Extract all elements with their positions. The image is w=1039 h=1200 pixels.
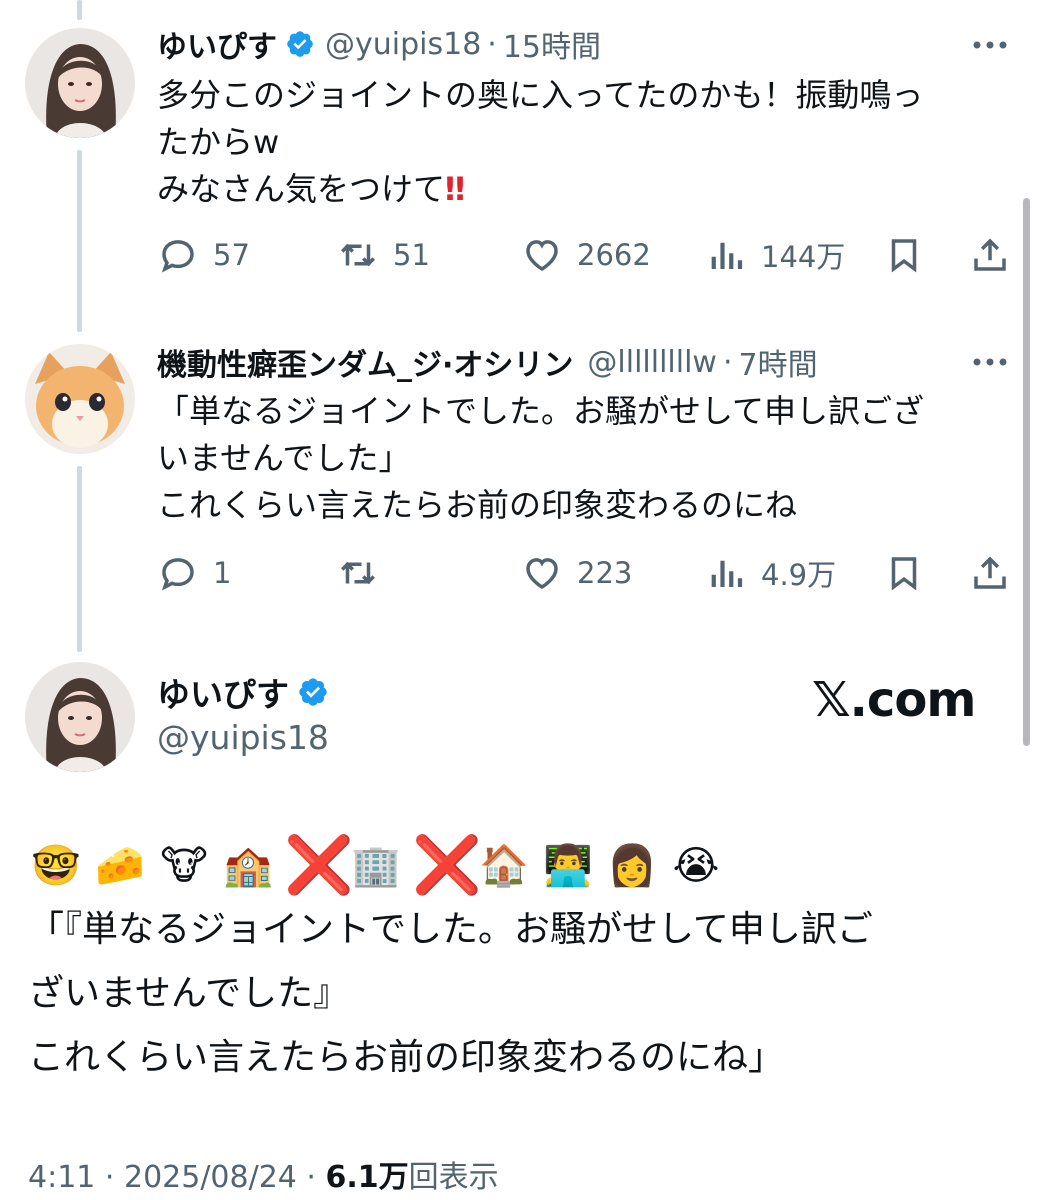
like-icon [526, 558, 558, 590]
reply-icon [161, 558, 194, 591]
repost-button[interactable]: 51 [337, 230, 430, 280]
scrollbar[interactable] [1023, 198, 1030, 746]
view-label: 回表示 [408, 1160, 499, 1195]
house-icon: 🏠 [479, 843, 529, 889]
tweet1-handle[interactable]: @yuipis18 [325, 27, 481, 62]
main-handle[interactable]: @yuipis18 [157, 718, 329, 757]
tweet2-time[interactable]: 7時間 [739, 340, 818, 384]
cross-mark-icon: ❌ [412, 833, 482, 898]
tweet1-line: たからw [157, 123, 280, 161]
like-icon [526, 240, 558, 272]
tweet1-line: みなさん気をつけて‼ [157, 170, 465, 208]
verified-badge-icon [299, 678, 327, 706]
tweet2-line: これくらい言えたらお前の印象変わるのにね [157, 486, 798, 524]
tweet2-author-name[interactable]: 機動性癖歪ンダム_ジ·オシリン [157, 340, 573, 384]
views-button[interactable]: 144万 [705, 230, 845, 280]
tweet1-text: 多分このジョイントの奥に入ってたのかも！振動鳴っ たからw みなさん気をつけて‼ [157, 72, 1007, 213]
views-icon [711, 560, 743, 587]
reply-count: 57 [213, 238, 250, 272]
reply-button[interactable]: 57 [157, 230, 250, 280]
bookmark-button[interactable] [883, 548, 925, 598]
cow-face-icon: 🐮 [160, 843, 208, 889]
repost-button[interactable] [337, 548, 393, 598]
verified-badge-icon [287, 31, 313, 57]
tweet2-header: 機動性癖歪ンダム_ジ·オシリン @lllllllllw · 7時間 [157, 340, 818, 384]
thread-line-2 [77, 466, 82, 652]
more-icon[interactable] [970, 355, 1010, 369]
nerd-face-icon: 🤓 [31, 843, 81, 889]
views-icon [711, 242, 743, 269]
views-count: 4.9万 [761, 558, 837, 592]
tweet1-author-name[interactable]: ゆいぴす [157, 22, 277, 66]
like-count: 223 [577, 556, 633, 590]
tweet2-text: 「単なるジョイントでした。お騒がせして申し訳ござ いませんでした」 これくらい言… [157, 388, 1007, 529]
tweet2-handle[interactable]: @lllllllllw [587, 345, 717, 380]
crying-face-icon: 😭 [672, 843, 720, 889]
separator-dot: · [722, 344, 733, 380]
school-icon: 🏫 [223, 843, 273, 889]
main-line: 「『単なるジョイントでした。お騒がせして申し訳ご [28, 909, 873, 950]
main-author-name[interactable]: ゆいぴす [157, 668, 339, 716]
tweet1-header: ゆいぴす @yuipis18 · 15時間 [157, 22, 601, 66]
thread-line-1 [77, 150, 82, 332]
share-button[interactable] [969, 548, 1011, 598]
avatar-kitten[interactable] [25, 344, 135, 454]
main-tweet-text: 「『単なるジョイントでした。お騒がせして申し訳ご ざいませんでした』 これくらい… [28, 898, 1018, 1090]
tweet2-line: 「単なるジョイントでした。お騒がせして申し訳ござ [157, 392, 925, 430]
woman-icon: 👩 [607, 843, 657, 889]
avatar-yuipis[interactable] [25, 662, 135, 772]
timestamp[interactable]: 4:11 · 2025/08/24 · [28, 1160, 326, 1195]
cross-mark-icon: ❌ [284, 833, 354, 898]
thread-line-top [77, 0, 82, 20]
technologist-icon: 👨‍💻 [543, 843, 593, 889]
share-icon [974, 556, 1006, 589]
tweet2-line: いませんでした」 [157, 439, 411, 477]
tweet-meta: 4:11 · 2025/08/24 · 6.1万回表示 [28, 1152, 499, 1196]
share-button[interactable] [969, 230, 1011, 280]
cheese-icon: 🧀 [95, 843, 145, 889]
main-line: これくらい言えたらお前の印象変わるのにね」 [28, 1037, 785, 1078]
x-logo: 𝕏.com [812, 672, 976, 728]
tweet1-time[interactable]: 15時間 [503, 22, 601, 66]
double-exclamation-icon: ‼ [445, 170, 465, 208]
bookmark-button[interactable] [883, 230, 925, 280]
bookmark-icon [891, 239, 917, 273]
tweet2-actions: 1 223 4.9万 [157, 548, 1017, 598]
like-button[interactable]: 2662 [521, 230, 651, 280]
separator-dot: · [487, 26, 497, 62]
office-building-icon: 🏢 [351, 843, 401, 889]
repost-count: 51 [393, 238, 430, 272]
tweet1-actions: 57 51 2662 144万 [157, 230, 1017, 280]
share-icon [974, 238, 1006, 271]
reply-button[interactable]: 1 [157, 548, 231, 598]
views-button[interactable]: 4.9万 [705, 548, 836, 598]
bookmark-icon [891, 557, 917, 591]
views-count: 144万 [761, 240, 846, 274]
reply-icon [161, 240, 194, 273]
tweet1-line: 多分このジョイントの奥に入ってたのかも！振動鳴っ [157, 76, 924, 114]
avatar-yuipis[interactable] [25, 28, 135, 138]
more-icon[interactable] [970, 38, 1010, 52]
like-count: 2662 [577, 238, 651, 272]
like-button[interactable]: 223 [521, 548, 632, 598]
main-line: ざいませんでした』 [28, 973, 350, 1014]
repost-icon [341, 561, 375, 585]
repost-icon [341, 243, 375, 267]
main-author-name-text: ゆいぴす [157, 675, 289, 714]
reply-count: 1 [213, 556, 232, 590]
emoji-row: 🤓 🧀 🐮 🏫 ❌ 🏢 ❌ 🏠 👨‍💻 👩 😭 [28, 838, 724, 894]
view-count: 6.1万 [325, 1160, 409, 1195]
